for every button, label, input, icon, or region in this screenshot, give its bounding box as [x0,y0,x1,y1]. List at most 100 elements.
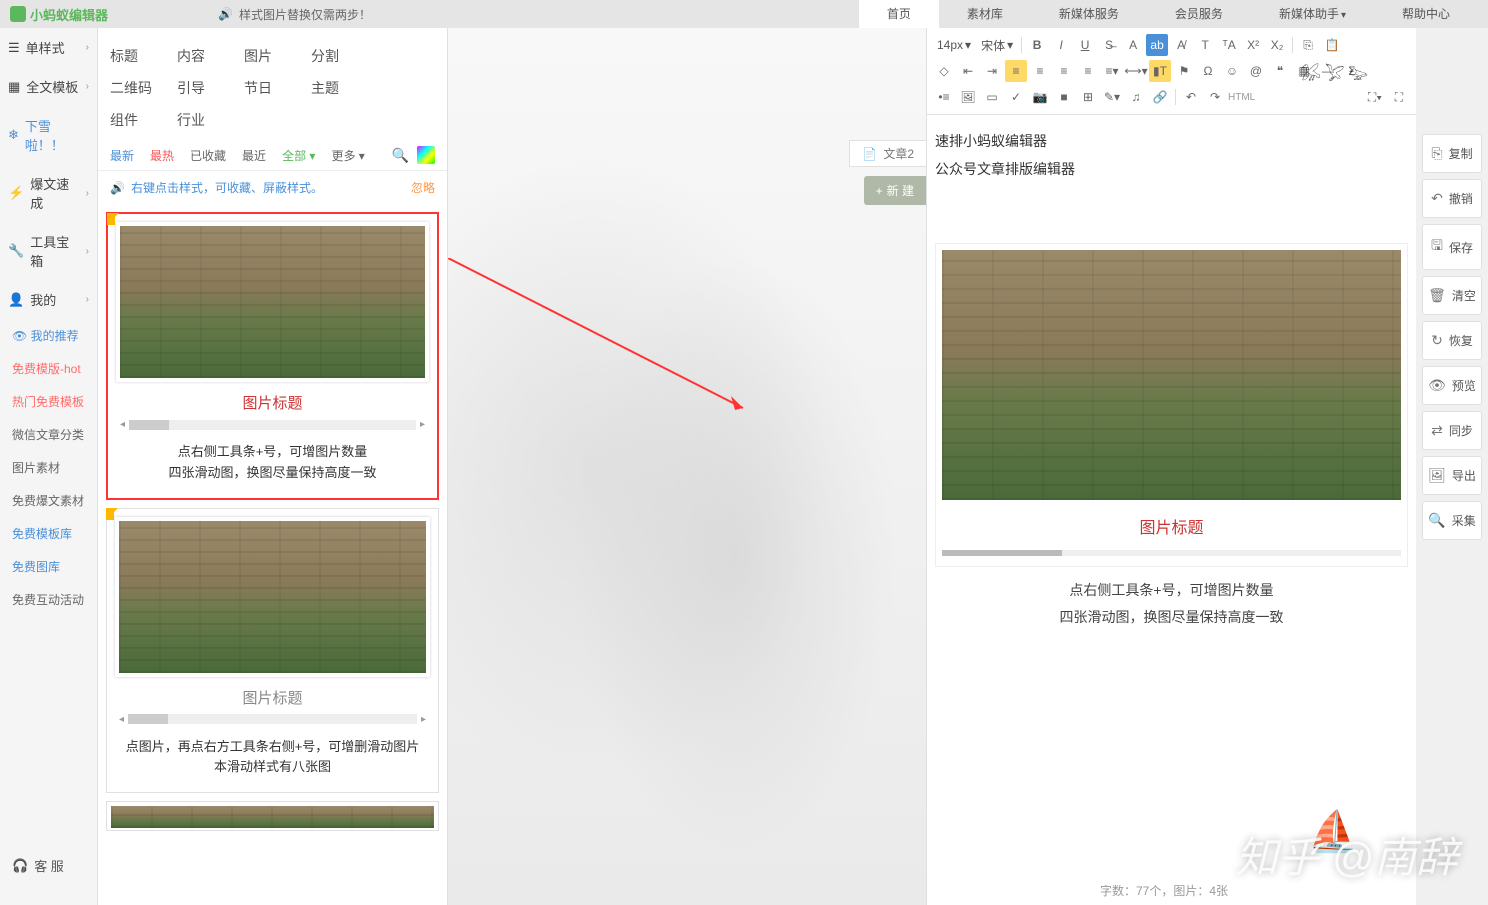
cat-content[interactable]: 内容 [177,40,244,72]
slider-thumb[interactable] [128,714,168,724]
color-picker[interactable] [417,146,435,164]
sub-button[interactable]: X₂ [1266,34,1288,56]
filter-all[interactable]: 全部 ▾ [282,147,315,164]
cat-holiday[interactable]: 节日 [244,72,311,104]
lineheight-button[interactable]: ≡▾ [1101,60,1123,82]
sub-recommend[interactable]: 👁 我的推荐 [0,319,97,352]
nav-material[interactable]: 素材库 [939,0,1031,28]
bold-button[interactable]: B [1026,34,1048,56]
action-export[interactable]: 🖼导出 [1422,456,1482,495]
preview-title[interactable]: 图片标题 [942,500,1401,546]
expand-button[interactable]: ⛶▾ [1364,86,1386,108]
sidebar-full-template[interactable]: ▦全文模板› [0,67,97,106]
film-button[interactable]: ⊞ [1077,86,1099,108]
undo-button[interactable]: ↶ [1180,86,1202,108]
new-button[interactable]: +新 建 [864,176,926,205]
cat-component[interactable]: 组件 [110,104,177,136]
check-button[interactable]: ✓ [1005,86,1027,108]
highlight-button[interactable]: ▮T [1149,60,1171,82]
action-sync[interactable]: ⇄同步 [1422,411,1482,450]
nav-member[interactable]: 会员服务 [1147,0,1251,28]
sub-free-template[interactable]: 免费模板库 [0,517,97,550]
card-slider[interactable]: ◂ ▸ [116,419,429,430]
cat-industry[interactable]: 行业 [177,104,244,136]
filter-new[interactable]: 最新 [110,147,134,164]
chevron-right-icon[interactable]: ▸ [420,419,425,430]
search-icon[interactable]: 🔍 [392,147,409,164]
sidebar-mine[interactable]: 👤我的› [0,280,97,319]
omega-button[interactable]: Ω [1197,60,1219,82]
sub-image-material[interactable]: 图片素材 [0,451,97,484]
video-button[interactable]: ■ [1053,86,1075,108]
scrollbar-thumb[interactable] [942,550,1062,556]
gallery-button[interactable]: ▭ [981,86,1003,108]
at-button[interactable]: @ [1245,60,1267,82]
brush-button[interactable]: ✎▾ [1101,86,1123,108]
align-center-button[interactable]: ≡ [1029,60,1051,82]
indent-right-button[interactable]: ⇥ [981,60,1003,82]
editor-line[interactable]: 速排小蚂蚁编辑器 [935,127,1408,155]
preview-desc[interactable]: 点右侧工具条+号，可增图片数量 四张滑动图，换图尽量保持高度一致 [935,567,1408,640]
nav-media-service[interactable]: 新媒体服务 [1031,0,1147,28]
music-button[interactable]: ♫ [1125,86,1147,108]
italic-button[interactable]: I [1050,34,1072,56]
card-slider[interactable]: ◂ ▸ [115,714,430,725]
fontsize-button[interactable]: ᵀA [1218,34,1240,56]
fontcolor-button[interactable]: A [1122,34,1144,56]
cat-guide[interactable]: 引导 [177,72,244,104]
action-preview[interactable]: 👁预览 [1422,366,1482,405]
fontfamily-select[interactable]: 宋体 ▾ [977,37,1017,54]
eraser-button[interactable]: ◇ [933,60,955,82]
camera-button[interactable]: 📷 [1029,86,1051,108]
redo-button[interactable]: ↷ [1204,86,1226,108]
slider-thumb[interactable] [129,420,169,430]
action-copy[interactable]: ⎘复制 [1422,134,1482,173]
action-save[interactable]: 🖫保存 [1422,224,1482,270]
align-right-button[interactable]: ≡ [1053,60,1075,82]
bgcolor-button[interactable]: ab [1146,34,1168,56]
image-button[interactable]: 🖼 [957,86,979,108]
editor-body[interactable]: 速排小蚂蚁编辑器 公众号文章排版编辑器 图片标题 点右侧工具条+号，可增图片数量… [927,115,1416,905]
chevron-right-icon[interactable]: ▸ [421,714,426,725]
chevron-left-icon[interactable]: ◂ [119,714,124,725]
sub-free-hot[interactable]: 免费模版-hot [0,352,97,385]
strike-button[interactable]: S̶ [1098,34,1120,56]
customer-service[interactable]: 🎧客 服 [12,856,64,875]
cat-title[interactable]: 标题 [110,40,177,72]
paste-button[interactable]: 📋 [1321,34,1343,56]
preview-scrollbar[interactable] [942,550,1401,556]
logo[interactable]: 小蚂蚁编辑器 [10,5,108,24]
sidebar-hot-article[interactable]: ⚡爆文速成› [0,164,97,222]
sub-free-activity[interactable]: 免费互动活动 [0,583,97,616]
indent-left-button[interactable]: ⇤ [957,60,979,82]
sidebar-snow[interactable]: ❄下雪啦！！ [0,106,97,164]
preview-card[interactable]: 图片标题 [935,243,1408,567]
style-card-3[interactable] [106,801,439,831]
filter-recent[interactable]: 最近 [242,147,266,164]
link-button[interactable]: 🔗 [1149,86,1171,108]
filter-more[interactable]: 更多 ▾ [331,147,364,164]
slider-track[interactable] [128,714,417,724]
sidebar-toolbox[interactable]: 🔧工具宝箱› [0,222,97,280]
editor-line[interactable]: 公众号文章排版编辑器 [935,155,1408,183]
cat-qrcode[interactable]: 二维码 [110,72,177,104]
letterspace-button[interactable]: ⟷▾ [1125,60,1147,82]
copy-button[interactable]: ⎘ [1297,34,1319,56]
fullscreen-button[interactable]: ⛶ [1388,86,1410,108]
style-card-1[interactable]: 图片标题 ◂ ▸ 点右侧工具条+号，可增图片数量 四张滑动图，换图尽量保持高度一… [106,212,439,500]
sub-wechat-cat[interactable]: 微信文章分类 [0,418,97,451]
cat-theme[interactable]: 主题 [311,72,378,104]
sub-free-article[interactable]: 免费爆文素材 [0,484,97,517]
quote-button[interactable]: ❝ [1269,60,1291,82]
filter-fav[interactable]: 已收藏 [190,147,226,164]
slider-track[interactable] [129,420,416,430]
chevron-left-icon[interactable]: ◂ [120,419,125,430]
clear-format-button[interactable]: A̸ [1170,34,1192,56]
nav-assistant[interactable]: 新媒体助手▾ [1251,0,1374,28]
sub-free-gallery[interactable]: 免费图库 [0,550,97,583]
action-clear[interactable]: 🗑清空 [1422,276,1482,315]
action-restore[interactable]: ↻恢复 [1422,321,1482,360]
flag-button[interactable]: ⚑ [1173,60,1195,82]
sidebar-single-style[interactable]: ☰单样式› [0,28,97,67]
fontsize-select[interactable]: 14px ▾ [933,38,975,52]
